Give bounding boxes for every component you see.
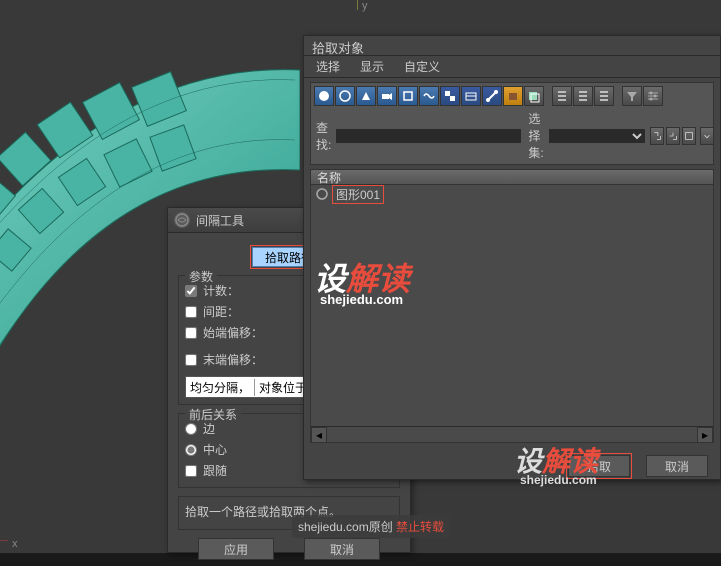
shape-type-icon (315, 187, 329, 201)
filter-shapes-icon[interactable] (335, 86, 355, 106)
filter-xrefs-icon[interactable] (461, 86, 481, 106)
filter-frozen-icon[interactable] (524, 86, 544, 106)
spacing-checkbox[interactable] (185, 306, 197, 318)
center-radio[interactable] (185, 444, 197, 456)
menu-custom[interactable]: 自定义 (404, 58, 440, 75)
pick-object-dialog: 拾取对象 选择 显示 自定义 查找: (303, 35, 721, 480)
menu-display[interactable]: 显示 (360, 58, 384, 75)
params-label: 参数 (185, 268, 217, 285)
search-input[interactable] (335, 128, 522, 144)
collapse-icon[interactable] (666, 127, 680, 145)
count-checkbox[interactable] (185, 285, 197, 297)
filter-lights-icon[interactable] (356, 86, 376, 106)
select-invert-icon[interactable] (594, 86, 614, 106)
start-offset-label: 始端偏移： (203, 324, 263, 341)
spacing-title: 间隔工具 (196, 212, 244, 229)
filter-spacewarps-icon[interactable] (419, 86, 439, 106)
object-list[interactable]: 图形001 ◂ ▸ (310, 185, 714, 443)
pick-toolbar: 查找: 选择集: (310, 82, 714, 165)
select-none-icon[interactable] (573, 86, 593, 106)
expand-icon[interactable] (650, 127, 664, 145)
scroll-thumb[interactable] (327, 427, 697, 442)
center-label: 中心 (203, 441, 227, 458)
app-icon (174, 212, 190, 228)
filter-groups-icon[interactable] (440, 86, 460, 106)
list-column-header[interactable]: 名称 (310, 169, 714, 185)
filter-cameras-icon[interactable] (377, 86, 397, 106)
spacing-label: 间距： (203, 303, 239, 320)
follow-label: 跟随 (203, 462, 227, 479)
selection-set-dropdown[interactable] (548, 128, 646, 144)
end-offset-checkbox[interactable] (185, 354, 197, 366)
settings-icon[interactable] (643, 86, 663, 106)
filter-helpers-icon[interactable] (398, 86, 418, 106)
horizontal-scrollbar[interactable]: ◂ ▸ (311, 426, 713, 442)
filter-container-icon[interactable] (503, 86, 523, 106)
context-divide: 均匀分隔， (186, 379, 255, 396)
axis-x-label: x (12, 538, 18, 550)
follow-checkbox[interactable] (185, 465, 197, 477)
apply-button[interactable]: 应用 (198, 538, 274, 560)
select-children-icon[interactable] (682, 127, 696, 145)
dropdown-toggle-icon[interactable] (700, 127, 714, 145)
relation-label: 前后关系 (185, 406, 241, 423)
menu-select[interactable]: 选择 (316, 58, 340, 75)
item-name: 图形001 (333, 186, 383, 203)
cancel-button[interactable]: 取消 (304, 538, 380, 560)
filter-funnel-icon[interactable] (622, 86, 642, 106)
pick-menubar: 选择 显示 自定义 (304, 56, 720, 78)
axis-y (357, 0, 358, 10)
pick-button[interactable]: 拾取 (568, 455, 630, 477)
pick-dialog-title: 拾取对象 (304, 36, 720, 56)
search-label: 查找: (314, 119, 333, 153)
scroll-left-icon[interactable]: ◂ (311, 427, 327, 443)
end-offset-label: 末端偏移： (203, 351, 263, 368)
scroll-right-icon[interactable]: ▸ (697, 427, 713, 443)
selset-label: 选择集: (526, 110, 545, 161)
axis-y-label: y (362, 0, 368, 12)
edge-radio[interactable] (185, 423, 197, 435)
hint-box: 拾取一个路径或拾取两个点。 (178, 496, 400, 530)
select-all-icon[interactable] (552, 86, 572, 106)
filter-bone-icon[interactable] (482, 86, 502, 106)
start-offset-checkbox[interactable] (185, 327, 197, 339)
filter-geometry-icon[interactable] (314, 86, 334, 106)
list-item[interactable]: 图形001 (311, 185, 713, 203)
axis-x (0, 540, 8, 541)
pick-cancel-button[interactable]: 取消 (646, 455, 708, 477)
